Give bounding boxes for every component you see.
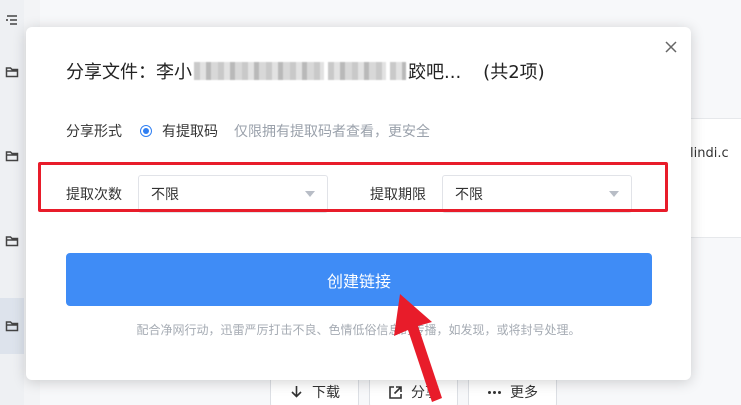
file-card[interactable] xyxy=(686,118,741,238)
extract-count-label: 提取次数 xyxy=(66,187,122,203)
extract-count-value: 不限 xyxy=(151,187,179,203)
extract-count-select[interactable]: 不限 xyxy=(138,175,328,213)
chevron-down-icon xyxy=(305,191,315,197)
list-icon[interactable] xyxy=(0,0,24,48)
close-icon[interactable] xyxy=(663,39,679,55)
extract-code-hint: 仅限拥有提取码者查看，更安全 xyxy=(234,124,430,140)
left-rail xyxy=(0,0,24,405)
folder-icon[interactable] xyxy=(0,128,24,184)
more-button[interactable]: 更多 xyxy=(468,376,557,405)
redacted-filename xyxy=(328,62,386,80)
extract-period-select[interactable]: 不限 xyxy=(442,175,632,213)
title-prefix: 分享文件：李小 xyxy=(66,62,192,83)
download-button[interactable]: 下载 xyxy=(270,376,359,405)
annotation-arrow-icon xyxy=(394,294,442,402)
redacted-filename xyxy=(194,62,324,80)
folder-icon[interactable] xyxy=(0,213,24,269)
file-card-text: lindi.c xyxy=(690,146,729,161)
notice-text: 配合净网行动，迅雷严厉打击不良、色情低俗信息的传播，如发现，或将封号处理。 xyxy=(136,323,581,337)
share-dialog: 分享文件：李小 跤吧... (共2项) 分享形式 有提取码 仅限拥有提取码者查看… xyxy=(26,27,691,380)
extract-period-label: 提取期限 xyxy=(370,187,426,203)
share-form-label: 分享形式 xyxy=(66,124,122,140)
folder-icon[interactable] xyxy=(0,44,24,100)
more-label: 更多 xyxy=(510,385,538,401)
share-form-row: 分享形式 有提取码 仅限拥有提取码者查看，更安全 xyxy=(66,121,430,141)
dialog-title: 分享文件：李小 跤吧... (共2项) xyxy=(66,58,545,84)
chevron-down-icon xyxy=(609,191,619,197)
extract-period-value: 不限 xyxy=(455,187,483,203)
folder-icon[interactable] xyxy=(0,298,24,354)
title-suffix: 跤吧... xyxy=(408,62,462,83)
extract-code-radio[interactable] xyxy=(140,125,152,137)
create-link-button[interactable]: 创建链接 xyxy=(66,253,652,306)
item-count: (共2项) xyxy=(483,62,545,83)
more-icon xyxy=(488,390,501,394)
download-icon xyxy=(291,385,302,398)
extract-limits-row: 提取次数 不限 提取期限 不限 xyxy=(66,174,671,214)
download-label: 下载 xyxy=(312,385,340,401)
extract-code-label[interactable]: 有提取码 xyxy=(162,121,218,141)
redacted-filename xyxy=(390,62,406,80)
